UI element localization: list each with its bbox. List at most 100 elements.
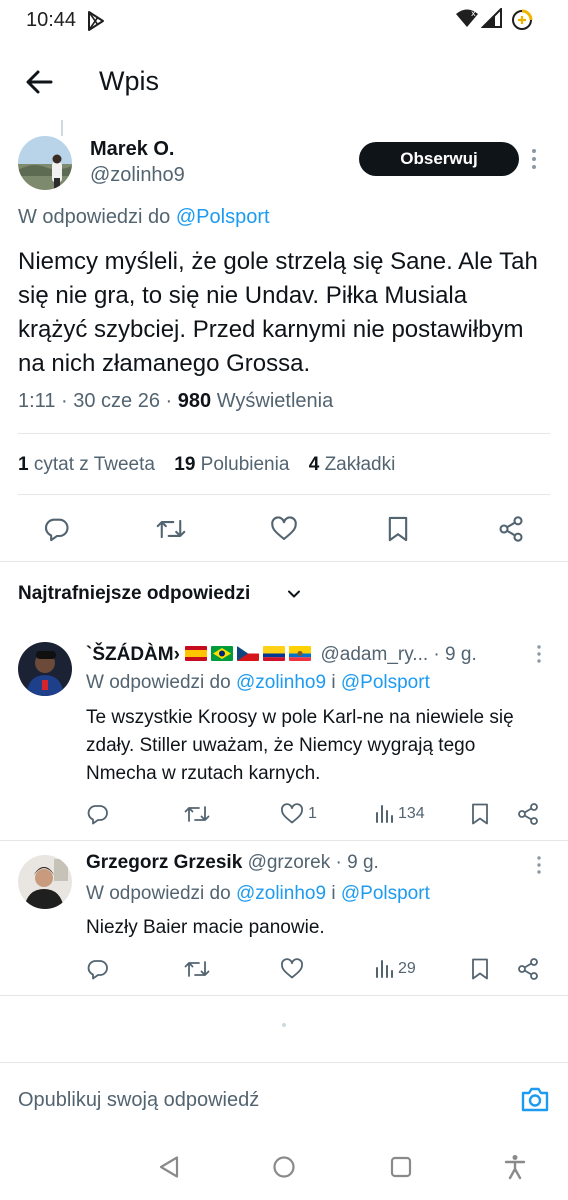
share-icon <box>499 516 523 542</box>
retweet-button[interactable] <box>184 802 210 826</box>
divider <box>0 1062 568 1063</box>
avatar[interactable] <box>18 855 72 909</box>
reply-button[interactable] <box>86 802 110 826</box>
signal-icon <box>481 8 503 28</box>
status-time: 10:44 <box>26 9 77 31</box>
reply-context-handle[interactable]: @Polsport <box>341 672 430 693</box>
author-name[interactable]: `ŠZÁDÀM› <box>86 644 180 665</box>
retweet-button[interactable] <box>184 957 210 981</box>
views-button[interactable]: 134 <box>374 802 425 826</box>
more-icon[interactable] <box>530 148 538 170</box>
reply-icon <box>87 805 108 825</box>
retweet-button[interactable] <box>156 514 186 544</box>
battery-saver-icon <box>510 8 534 32</box>
chevron-down-icon[interactable] <box>286 586 302 602</box>
bookmark-icon <box>472 958 488 980</box>
reply-context: W odpowiedzi do @zolinho9 i @Polsport <box>86 883 430 905</box>
share-icon <box>518 803 538 825</box>
reply-context-prefix: W odpowiedzi do <box>86 672 231 693</box>
avatar[interactable] <box>18 642 72 696</box>
author-handle[interactable]: @zolinho9 <box>90 164 185 187</box>
replies-sort-label[interactable]: Najtrafniejsze odpowiedzi <box>18 583 250 605</box>
retweet-icon <box>184 806 210 822</box>
views-button[interactable]: 29 <box>374 957 416 981</box>
likes-stat[interactable]: 19 Polubienia <box>174 454 289 476</box>
czech-flag <box>237 644 263 665</box>
heart-icon <box>271 516 297 540</box>
more-icon[interactable] <box>536 856 542 874</box>
wifi-icon: x <box>455 8 479 28</box>
brazil-flag <box>211 644 237 665</box>
author-handle[interactable]: @grzorek <box>248 852 331 873</box>
view-count: 134 <box>398 805 425 822</box>
system-nav-bar <box>0 1140 568 1200</box>
tweet-text: Niemcy myśleli, że gole strzelą się Sane… <box>18 248 538 377</box>
reply-context: W odpowiedzi do @Polsport <box>18 206 270 229</box>
loading-indicator <box>282 1023 286 1027</box>
reply-context-handle[interactable]: @zolinho9 <box>236 883 326 904</box>
like-count: 1 <box>308 805 317 822</box>
reply-button[interactable] <box>86 957 110 981</box>
reply-text: Te wszystkie Kroosy w pole Karl-ne na ni… <box>86 707 514 784</box>
follow-button[interactable]: Obserwuj <box>359 142 519 176</box>
avatar[interactable] <box>18 136 72 190</box>
retweet-icon <box>156 519 186 539</box>
nav-home-icon[interactable] <box>272 1155 296 1179</box>
views-count: 980 <box>177 390 212 412</box>
like-button[interactable] <box>280 957 308 981</box>
nav-back-icon[interactable] <box>158 1155 180 1179</box>
like-button[interactable]: 1 <box>280 802 317 826</box>
accessibility-icon[interactable] <box>503 1154 527 1180</box>
thread-connector <box>61 120 63 136</box>
reply-time: · 9 g. <box>433 644 477 665</box>
retweet-icon <box>184 961 210 977</box>
svg-text:x: x <box>471 9 476 18</box>
reply-context-handle[interactable]: @Polsport <box>176 206 270 228</box>
tweet-time: 1:11 <box>18 390 56 412</box>
tweet-meta: 1:11 · 30 cze 26 · 980 Wyświetlenia <box>18 390 334 412</box>
reply-context-joiner: i <box>331 883 336 904</box>
reply-context-handle[interactable]: @zolinho9 <box>236 672 326 693</box>
reply-header: Grzegorz Grzesik @grzorek · 9 g. <box>86 852 379 874</box>
bar-chart-icon <box>376 805 393 823</box>
share-button[interactable] <box>496 514 526 544</box>
back-button[interactable] <box>22 64 58 100</box>
reply-icon <box>87 960 108 980</box>
bookmark-icon <box>472 803 488 825</box>
ecuador-flag <box>289 644 315 665</box>
views-label: Wyświetlenia <box>216 390 334 412</box>
share-button[interactable] <box>516 957 540 981</box>
colombia-flag <box>263 644 289 665</box>
divider <box>18 494 550 495</box>
nav-recents-icon[interactable] <box>390 1156 412 1178</box>
arrow-left-icon <box>26 70 53 94</box>
bookmark-button[interactable] <box>469 957 491 981</box>
status-bar: 10:44 x <box>0 0 568 44</box>
reply-icon <box>44 518 69 542</box>
reply-time: · 9 g. <box>335 852 379 873</box>
author-name[interactable]: Marek O. <box>90 138 174 161</box>
more-icon[interactable] <box>536 645 542 663</box>
camera-icon[interactable] <box>520 1085 550 1113</box>
bookmark-icon <box>388 516 408 542</box>
bookmark-button[interactable] <box>383 514 413 544</box>
bar-chart-icon <box>376 960 393 978</box>
reply-button[interactable] <box>42 514 72 544</box>
reply-compose-input[interactable]: Opublikuj swoją odpowiedź <box>18 1089 259 1112</box>
author-name[interactable]: Grzegorz Grzesik <box>86 852 242 873</box>
share-button[interactable] <box>516 802 540 826</box>
author-handle[interactable]: @adam_ry... <box>321 644 429 665</box>
play-store-icon <box>86 10 106 32</box>
reply-context: W odpowiedzi do @zolinho9 i @Polsport <box>86 672 430 694</box>
spain-flag <box>185 644 211 665</box>
like-button[interactable] <box>269 514 299 544</box>
reply-context-handle[interactable]: @Polsport <box>341 883 430 904</box>
reply-context-joiner: i <box>331 672 336 693</box>
quotes-stat[interactable]: 1 cytat z Tweeta <box>18 454 155 476</box>
reply-text: Niezły Baier macie panowie. <box>86 917 325 938</box>
view-count: 29 <box>398 960 416 977</box>
tweet-stats: 1 cytat z Tweeta 19 Polubienia 4 Zakładk… <box>18 454 409 476</box>
bookmark-button[interactable] <box>469 802 491 826</box>
bookmarks-stat[interactable]: 4 Zakładki <box>309 454 396 476</box>
divider <box>0 995 568 996</box>
